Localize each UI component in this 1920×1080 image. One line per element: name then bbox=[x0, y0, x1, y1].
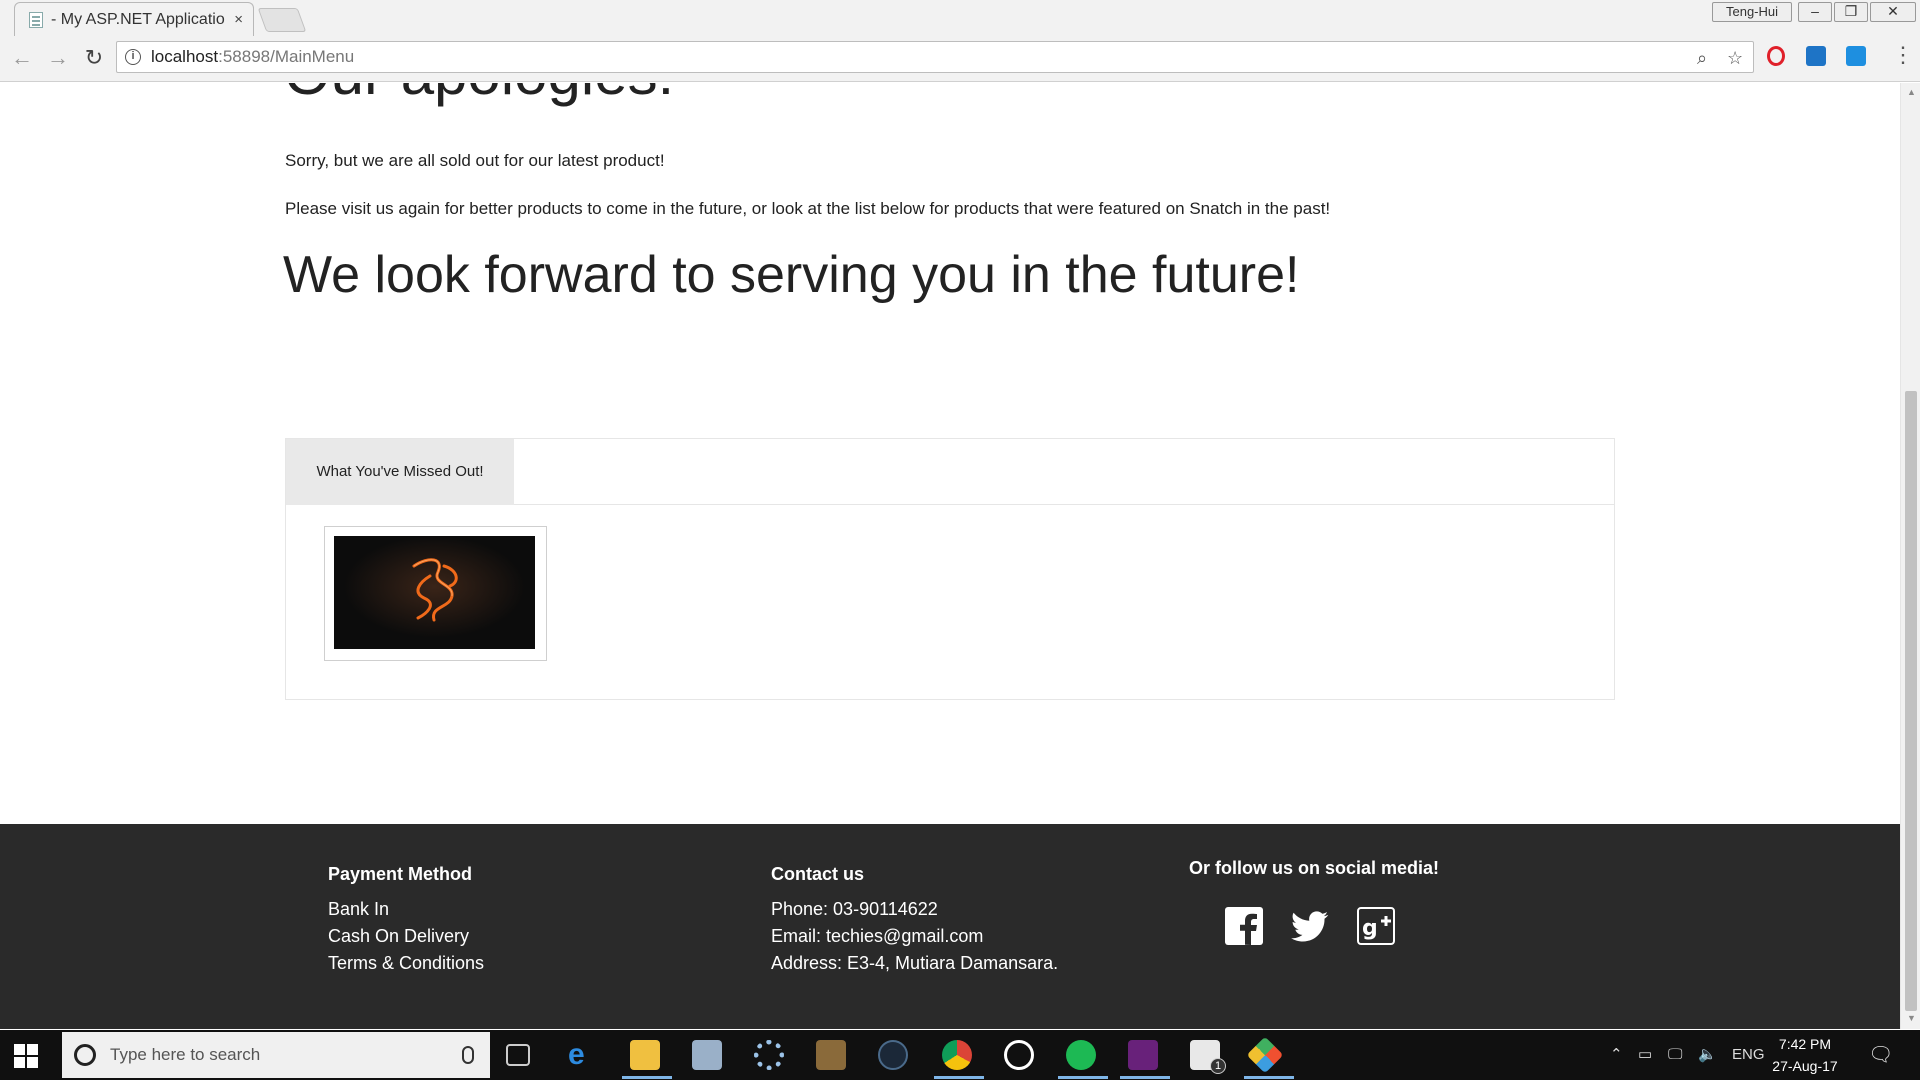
tab-missed-out[interactable]: What You've Missed Out! bbox=[286, 439, 514, 505]
search-placeholder: Type here to search bbox=[110, 1045, 261, 1064]
new-tab-button[interactable] bbox=[257, 8, 307, 32]
clock-date: 27-Aug-17 bbox=[1772, 1058, 1838, 1074]
razer-product-image[interactable] bbox=[334, 536, 535, 649]
zoom-icon[interactable]: ⌕ bbox=[1697, 48, 1707, 69]
page-scrollbar[interactable]: ▲ ▼ bbox=[1900, 83, 1920, 1029]
twitter-icon[interactable] bbox=[1291, 907, 1329, 945]
file-explorer-icon[interactable] bbox=[630, 1040, 660, 1070]
payment-column: Payment Method Bank In Cash On Delivery … bbox=[328, 864, 484, 974]
battery-icon[interactable]: ▭ bbox=[1638, 1030, 1652, 1080]
microphone-icon[interactable] bbox=[462, 1046, 474, 1064]
reload-icon[interactable]: ↻ bbox=[80, 44, 108, 72]
svg-text:g: g bbox=[1362, 916, 1378, 941]
gitkraken-icon[interactable] bbox=[1246, 1036, 1284, 1074]
visual-studio-icon[interactable] bbox=[1128, 1040, 1158, 1070]
trello-extension-icon[interactable] bbox=[1806, 46, 1826, 66]
site-info-icon[interactable]: i bbox=[125, 49, 141, 65]
browser-titlebar: - My ASP.NET Applicatio × Teng-Hui – ❐ ✕ bbox=[0, 0, 1920, 36]
url-host: localhost bbox=[151, 47, 219, 66]
mail-badge: 1 bbox=[1210, 1058, 1226, 1074]
contact-email: Email: techies@gmail.com bbox=[771, 926, 984, 946]
clock-time: 7:42 PM bbox=[1778, 1036, 1832, 1052]
language-indicator[interactable]: ENG bbox=[1732, 1030, 1765, 1080]
tab-title: - My ASP.NET Applicatio bbox=[51, 10, 225, 28]
spotify-icon[interactable] bbox=[1066, 1040, 1096, 1070]
page-favicon-icon bbox=[29, 11, 43, 28]
opera-extension-icon[interactable] bbox=[1767, 46, 1785, 66]
panel-tab-bar: What You've Missed Out! bbox=[286, 439, 1614, 505]
product-card[interactable] bbox=[324, 526, 547, 661]
contact-phone: Phone: 03-90114622 bbox=[771, 899, 938, 919]
remote-desktop-icon[interactable] bbox=[692, 1040, 722, 1070]
contact-title: Contact us bbox=[771, 864, 865, 884]
social-title: Or follow us on social media! bbox=[1189, 858, 1440, 878]
link-terms-conditions[interactable]: Terms & Conditions bbox=[328, 953, 484, 974]
browser-tab[interactable]: - My ASP.NET Applicatio × bbox=[14, 2, 254, 36]
edge-icon[interactable]: e bbox=[568, 1040, 598, 1070]
visit-again-text: Please visit us again for better product… bbox=[285, 199, 1331, 218]
social-links: g bbox=[1225, 907, 1439, 945]
forward-heading: We look forward to serving you in the fu… bbox=[283, 246, 1300, 304]
contact-column: Contact us Phone: 03-90114622 Email: tec… bbox=[771, 864, 1058, 974]
steam-icon[interactable] bbox=[878, 1040, 908, 1070]
scroll-up-icon[interactable]: ▲ bbox=[1907, 87, 1916, 97]
bookmark-star-icon[interactable]: ☆ bbox=[1727, 48, 1743, 69]
back-icon[interactable]: ← bbox=[8, 44, 36, 72]
minimize-icon[interactable]: – bbox=[1798, 2, 1832, 22]
taskbar-search-box[interactable]: Type here to search bbox=[62, 1032, 490, 1078]
explorer-running-indicator bbox=[622, 1076, 672, 1079]
contact-address: Address: E3-4, Mutiara Damansara. bbox=[771, 953, 1059, 973]
scroll-down-icon[interactable]: ▼ bbox=[1907, 1013, 1916, 1023]
gitkraken-running-indicator bbox=[1244, 1076, 1294, 1079]
vs-running-indicator bbox=[1120, 1076, 1170, 1079]
link-cash-on-delivery[interactable]: Cash On Delivery bbox=[328, 926, 484, 947]
music-player-icon[interactable] bbox=[1004, 1040, 1034, 1070]
cortana-icon[interactable] bbox=[74, 1044, 96, 1066]
volume-icon[interactable]: 🔈 bbox=[1698, 1030, 1717, 1080]
apologies-heading: Our apologies! bbox=[284, 83, 674, 108]
browser-toolbar: ← → ↻ i localhost:58898/MainMenu ⌕ ☆ ⋮ bbox=[0, 36, 1920, 82]
skype-extension-icon[interactable] bbox=[1846, 46, 1866, 66]
facebook-icon[interactable] bbox=[1225, 907, 1263, 945]
missed-products-panel: What You've Missed Out! bbox=[285, 438, 1615, 700]
settings-gear-icon[interactable] bbox=[754, 1040, 784, 1070]
link-bank-in[interactable]: Bank In bbox=[328, 899, 484, 920]
url-path: :58898/MainMenu bbox=[218, 47, 355, 66]
address-bar[interactable]: i localhost:58898/MainMenu ⌕ ☆ bbox=[116, 41, 1754, 73]
browser-menu-icon[interactable]: ⋮ bbox=[1892, 42, 1914, 68]
windows-start-icon[interactable] bbox=[14, 1044, 38, 1068]
tray-chevron-icon[interactable]: ⌃ bbox=[1610, 1030, 1623, 1080]
profile-button[interactable]: Teng-Hui bbox=[1712, 2, 1792, 22]
scrollbar-thumb[interactable] bbox=[1905, 391, 1917, 1011]
spotify-running-indicator bbox=[1058, 1076, 1108, 1079]
chrome-icon[interactable] bbox=[942, 1040, 972, 1070]
task-view-icon[interactable] bbox=[506, 1044, 530, 1066]
payment-title: Payment Method bbox=[328, 864, 473, 884]
forward-icon[interactable]: → bbox=[44, 44, 72, 72]
windows-taskbar: Type here to search e 1 bbox=[0, 1030, 1920, 1080]
taskbar-clock[interactable]: 7:42 PM 27-Aug-17 bbox=[1765, 1033, 1845, 1077]
social-column: Or follow us on social media! g bbox=[1189, 858, 1439, 945]
restore-icon[interactable]: ❐ bbox=[1834, 2, 1868, 22]
sold-out-text: Sorry, but we are all sold out for our l… bbox=[285, 151, 665, 170]
google-plus-icon[interactable]: g bbox=[1357, 907, 1395, 945]
page-viewport: Our apologies! Sorry, but we are all sol… bbox=[0, 83, 1900, 1029]
close-window-icon[interactable]: ✕ bbox=[1870, 2, 1916, 22]
network-icon[interactable]: 🖵 bbox=[1668, 1030, 1682, 1080]
tab-close-icon[interactable]: × bbox=[234, 11, 243, 28]
sublime-text-icon[interactable] bbox=[816, 1040, 846, 1070]
site-footer: Payment Method Bank In Cash On Delivery … bbox=[0, 824, 1900, 1029]
action-center-icon[interactable]: 🗨 bbox=[1868, 1030, 1893, 1080]
chrome-running-indicator bbox=[934, 1076, 984, 1079]
